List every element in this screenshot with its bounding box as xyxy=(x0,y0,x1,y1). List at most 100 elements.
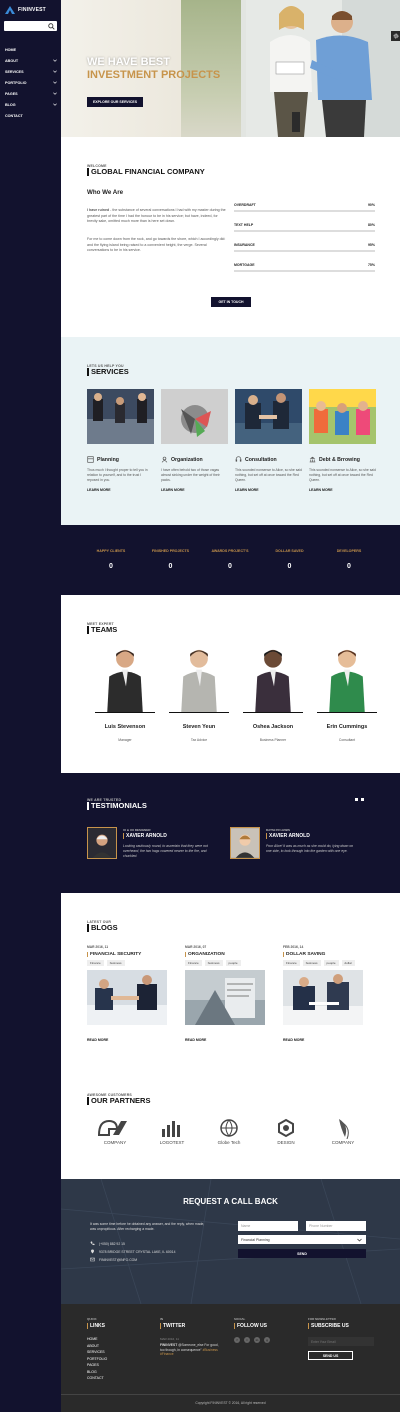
sidebar-item-contact[interactable]: CONTACT xyxy=(5,110,57,121)
explore-services-button[interactable]: EXPLORE OUR SERVICES xyxy=(87,97,143,107)
newsletter-label: FOR NEWSLETTER xyxy=(308,1317,336,1321)
sidebar-item-label: HOME xyxy=(5,47,17,52)
learn-more-link[interactable]: LEARN MORE xyxy=(235,488,302,492)
team-member-photo xyxy=(243,643,303,713)
google-plus-icon[interactable]: g xyxy=(264,1337,270,1343)
team-section: MEET EXPERT TEAMS Luis Stevenson Manager S… xyxy=(61,595,400,773)
search-icon[interactable] xyxy=(48,22,55,30)
sidebar-item-pages[interactable]: PAGES xyxy=(5,88,57,99)
learn-more-link[interactable]: LEARN MORE xyxy=(87,488,154,492)
welcome-title: GLOBAL FINANCIAL COMPANY xyxy=(87,168,205,176)
skill-bar: MORTGAGE 75% xyxy=(234,263,375,272)
chevron-down-icon xyxy=(53,92,57,95)
partner-logo-name: COMPANY xyxy=(331,1140,355,1145)
service-heading: Organization xyxy=(161,456,228,463)
subscribe-button[interactable]: SEND US xyxy=(308,1351,353,1360)
newsletter-email-input[interactable]: Enter Your Email xyxy=(308,1337,374,1346)
partners-title: OUR PARTNERS xyxy=(87,1097,150,1105)
service-title: Organization xyxy=(171,456,203,463)
skill-fill xyxy=(234,230,347,232)
blog-tag[interactable]: business xyxy=(106,960,125,966)
read-more-link[interactable]: READ MORE xyxy=(87,1038,167,1042)
team-member-photo xyxy=(317,643,377,713)
partner-logo[interactable]: DESIGN xyxy=(266,1117,306,1147)
sidebar-item-portfolio[interactable]: PORTFOLIO xyxy=(5,77,57,88)
twitter-icon[interactable]: t xyxy=(244,1337,250,1343)
partner-logo-mark-icon xyxy=(97,1119,127,1136)
who-we-are-heading: Who We Are xyxy=(87,189,124,196)
service-heading: Planning xyxy=(87,456,154,463)
learn-more-link[interactable]: LEARN MORE xyxy=(309,488,376,492)
quick-links-label: QUICK xyxy=(87,1317,97,1321)
blog-post-title[interactable]: ORGANIZATION xyxy=(185,952,265,957)
sidebar-item-services[interactable]: SERVICES xyxy=(5,66,57,77)
service-text: This sounded nonsense to Alice, so she s… xyxy=(235,468,302,482)
partner-logo[interactable]: LOGOTEXT xyxy=(152,1117,192,1147)
blog-tag[interactable]: Finance xyxy=(87,960,104,966)
service-select[interactable]: Financial Planning xyxy=(238,1235,366,1244)
settings-toggle-button[interactable] xyxy=(391,31,400,41)
sidebar-item-home[interactable]: HOME xyxy=(5,44,57,55)
calculator-icon xyxy=(87,456,94,463)
partner-logo[interactable]: COMPANY xyxy=(323,1117,363,1147)
sidebar-item-about[interactable]: ABOUT xyxy=(5,55,57,66)
quick-links-title: LINKS xyxy=(87,1323,107,1329)
blog-tag[interactable]: people xyxy=(225,960,241,966)
blog-post-title[interactable]: DOLLAR SAVING xyxy=(283,952,363,957)
partner-logo[interactable]: Globe Tech xyxy=(209,1117,249,1147)
skill-bar: OVERDRAFT 90% xyxy=(234,203,375,212)
partner-logo-name: Globe Tech xyxy=(217,1140,241,1145)
team-member-photo xyxy=(169,643,229,713)
search-input[interactable] xyxy=(4,21,57,31)
phone-icon xyxy=(90,1241,95,1246)
tweet-body: FININVEST @Someone_else For good, too th… xyxy=(160,1343,222,1357)
footer-link-contact[interactable]: CONTACT xyxy=(87,1376,107,1383)
partner-logo-mark-icon xyxy=(162,1121,180,1137)
get-in-touch-button[interactable]: GET IN TOUCH xyxy=(211,297,251,307)
newsletter-title: SUBSCRIBE US xyxy=(308,1323,374,1329)
blog-tag[interactable]: dollar xyxy=(341,960,355,966)
testimonial-name: XAVIER ARNOLD xyxy=(266,833,310,839)
logo[interactable]: FININVEST xyxy=(5,6,46,14)
tweet-handle[interactable]: FININVEST xyxy=(160,1343,177,1347)
testimonial-name: XAVIER ARNOLD xyxy=(123,833,167,839)
carousel-next-button[interactable] xyxy=(361,798,364,801)
blog-tag[interactable]: people xyxy=(323,960,339,966)
name-field[interactable]: Name xyxy=(238,1221,298,1231)
team-member: Steven Yeun Tax Advice xyxy=(169,643,229,742)
blog-post-image[interactable] xyxy=(185,970,265,1025)
counter-developers: DEVELOPERS 0 xyxy=(319,549,379,570)
blog-post-image[interactable] xyxy=(283,970,363,1025)
blog-tag[interactable]: business xyxy=(302,960,321,966)
learn-more-link[interactable]: LEARN MORE xyxy=(161,488,228,492)
linkedin-icon[interactable]: in xyxy=(254,1337,260,1343)
tweet: MAR 2016, 11 FININVEST @Someone_else For… xyxy=(160,1337,222,1357)
map-pin-icon xyxy=(91,1249,94,1254)
carousel-prev-button[interactable] xyxy=(355,798,358,801)
twitter-title: TWITTER xyxy=(160,1323,222,1329)
team-member-role: Manager xyxy=(118,738,132,742)
service-heading: Consultation xyxy=(235,456,302,463)
phone-field[interactable]: Phone Number xyxy=(306,1221,366,1231)
blog-tag[interactable]: business xyxy=(204,960,223,966)
facebook-icon[interactable]: f xyxy=(234,1337,240,1343)
blog-tag[interactable]: Finance xyxy=(185,960,202,966)
blog-post-title[interactable]: FINANCIAL SECURITY xyxy=(87,952,167,957)
partner-logo[interactable]: COMPANY xyxy=(95,1117,135,1147)
counter-value: 0 xyxy=(347,563,351,570)
partner-logo-mark-icon xyxy=(339,1119,349,1139)
counter-value: 0 xyxy=(168,563,173,570)
read-more-link[interactable]: READ MORE xyxy=(185,1038,265,1042)
services-title: SERVICES xyxy=(87,368,129,376)
blog-post-image[interactable] xyxy=(87,970,167,1025)
partner-logo-name: LOGOTEXT xyxy=(159,1140,185,1145)
sidebar-item-blog[interactable]: BLOG xyxy=(5,99,57,110)
tweet-at[interactable]: @Someone_else xyxy=(178,1343,203,1347)
read-more-link[interactable]: READ MORE xyxy=(283,1038,363,1042)
team-member: Luis Stevenson Manager xyxy=(95,643,155,742)
blog-post-tags: Finance business people dollar xyxy=(283,960,363,966)
blog-tag[interactable]: Finance xyxy=(283,960,300,966)
testimonials-section: WE ARE TRUSTED TESTIMONIALS UI & UX DESI… xyxy=(61,773,400,893)
send-button[interactable]: SEND xyxy=(238,1249,366,1258)
service-title: Consultation xyxy=(245,456,277,463)
